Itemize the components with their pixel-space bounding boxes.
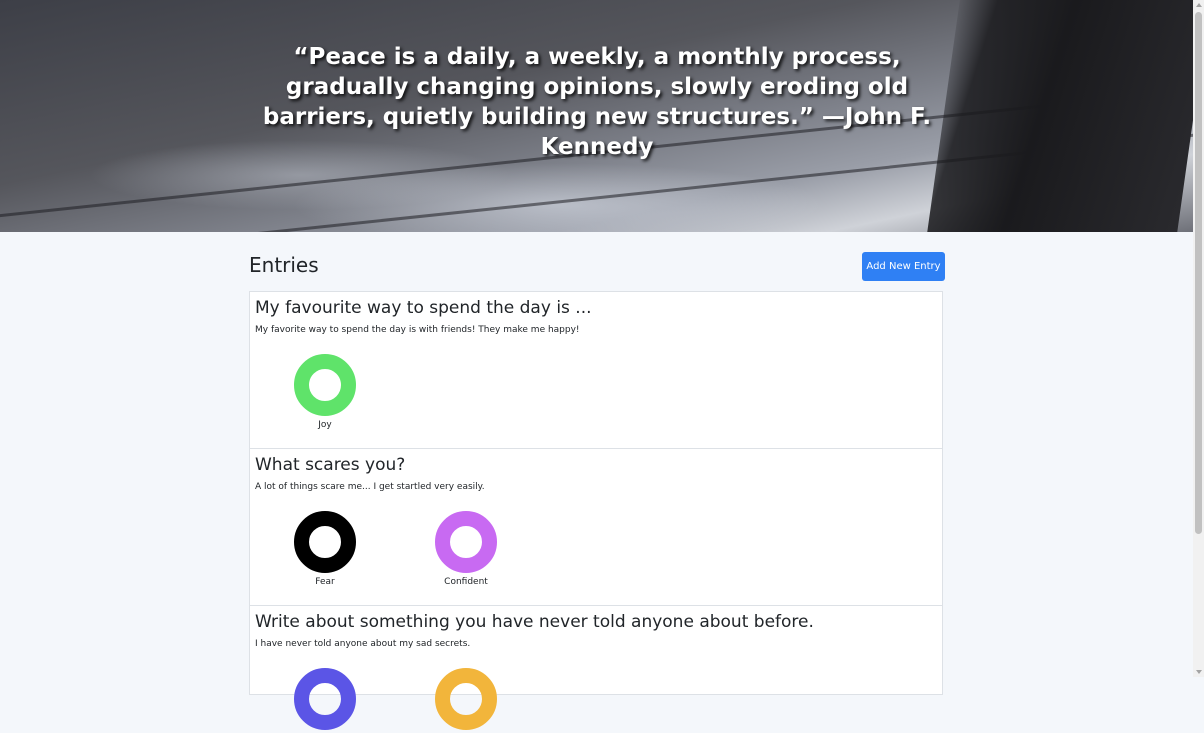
donut-icon bbox=[435, 511, 497, 573]
entry-title: What scares you? bbox=[255, 455, 406, 475]
entry-card[interactable]: Write about something you have never tol… bbox=[249, 605, 943, 730]
emotion-label: Fear bbox=[315, 577, 335, 587]
hero-quote: “Peace is a daily, a weekly, a monthly p… bbox=[262, 44, 932, 160]
entry-body: My favorite way to spend the day is with… bbox=[255, 325, 580, 335]
entry-title: Write about something you have never tol… bbox=[255, 612, 814, 632]
donut-ring bbox=[294, 511, 356, 573]
donut-icon bbox=[294, 511, 356, 573]
entry-body: A lot of things scare me... I get startl… bbox=[255, 482, 485, 492]
donut-icon bbox=[435, 668, 497, 730]
entry-card[interactable]: My favourite way to spend the day is ...… bbox=[249, 291, 943, 449]
donut-ring bbox=[435, 511, 497, 573]
emotion-label: Joy bbox=[318, 420, 332, 430]
donut-ring bbox=[294, 668, 356, 730]
emotion-chart: Joy bbox=[275, 354, 375, 431]
page-scrollbar[interactable] bbox=[1193, 0, 1204, 677]
entries-heading: Entries bbox=[249, 253, 319, 277]
entry-body: I have never told anyone about my sad se… bbox=[255, 639, 471, 649]
scroll-down-icon[interactable] bbox=[1196, 670, 1202, 674]
hero-banner: “Peace is a daily, a weekly, a monthly p… bbox=[0, 0, 1193, 232]
hero-post-shadow bbox=[923, 0, 1193, 232]
entry-title: My favourite way to spend the day is ... bbox=[255, 298, 592, 318]
entry-card[interactable]: What scares you? A lot of things scare m… bbox=[249, 448, 943, 606]
emotion-label: Confident bbox=[444, 577, 488, 587]
emotion-chart bbox=[275, 668, 375, 733]
emotion-chart: Confident bbox=[416, 511, 516, 588]
donut-icon bbox=[294, 354, 356, 416]
emotion-chart bbox=[416, 668, 516, 733]
donut-ring bbox=[294, 354, 356, 416]
donut-ring bbox=[435, 668, 497, 730]
add-new-entry-button[interactable]: Add New Entry bbox=[862, 252, 945, 281]
donut-icon bbox=[294, 668, 356, 730]
emotion-chart: Fear bbox=[275, 511, 375, 588]
scrollbar-thumb[interactable] bbox=[1195, 12, 1202, 534]
scroll-up-icon[interactable] bbox=[1196, 3, 1202, 7]
